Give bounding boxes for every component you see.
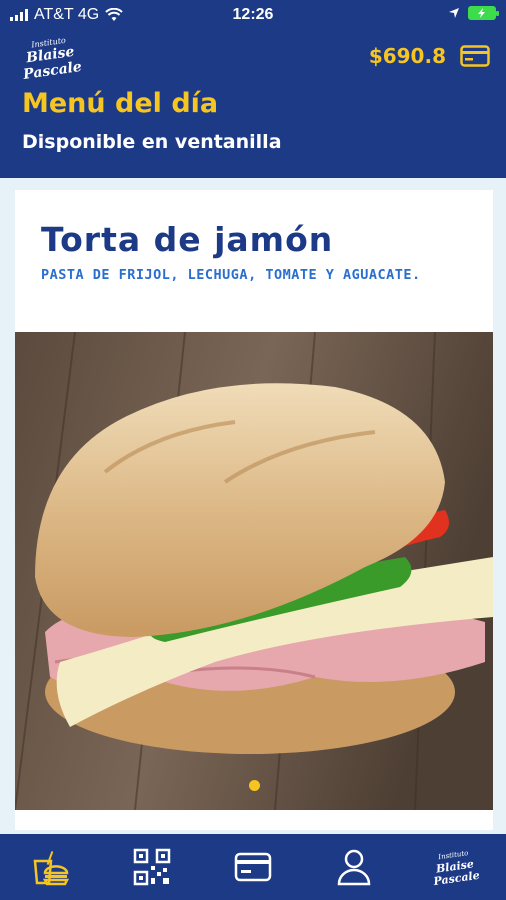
tab-menu[interactable] <box>21 842 81 892</box>
tab-card[interactable] <box>223 842 283 892</box>
tab-qr[interactable] <box>122 842 182 892</box>
card-icon <box>234 852 272 882</box>
menu-icon <box>33 851 69 886</box>
wallet-card-icon[interactable] <box>460 45 490 67</box>
location-icon <box>449 8 459 18</box>
tab-school[interactable]: Instituto Blaise Pascale <box>425 842 485 892</box>
qr-code-icon <box>133 848 171 886</box>
profile-icon <box>337 849 371 886</box>
carousel-dot-active[interactable] <box>249 780 260 791</box>
menu-item-description: PASTA DE FRIJOL, LECHUGA, TOMATE Y AGUAC… <box>41 267 421 283</box>
school-logo-small: Instituto Blaise Pascale <box>433 849 481 889</box>
tab-profile[interactable] <box>324 842 384 892</box>
battery-icon <box>468 6 499 20</box>
status-time: 12:26 <box>232 6 274 23</box>
balance-amount: $690.8 <box>368 44 446 68</box>
status-bar: AT&T 4G 12:26 <box>0 0 506 30</box>
app-header: AT&T 4G 12:26 Instituto Blaise Pascale $… <box>0 0 506 178</box>
menu-item-name: Torta de jamón <box>41 220 334 259</box>
tab-bar: Instituto Blaise Pascale <box>0 834 506 900</box>
page-title: Menú del día <box>22 88 219 119</box>
menu-item-photo <box>15 332 493 810</box>
page-subtitle: Disponible en ventanilla <box>22 131 282 153</box>
school-logo: Instituto Blaise Pascale <box>22 35 83 83</box>
menu-item-card[interactable]: Torta de jamón PASTA DE FRIJOL, LECHUGA,… <box>15 190 493 830</box>
